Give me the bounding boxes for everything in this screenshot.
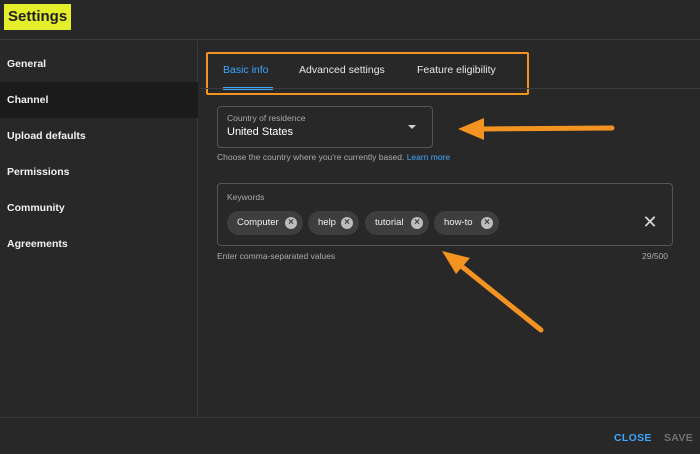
learn-more-link[interactable]: Learn more xyxy=(407,152,450,162)
settings-header: Settings xyxy=(0,0,700,40)
keyword-chip: how-to × xyxy=(434,211,499,235)
keyword-chip-label: Computer xyxy=(237,217,279,228)
sidebar-item-general[interactable]: General xyxy=(0,46,198,82)
remove-chip-icon[interactable]: × xyxy=(285,217,297,229)
sidebar-item-agreements[interactable]: Agreements xyxy=(0,226,198,262)
country-select[interactable]: Country of residence United States xyxy=(217,106,433,148)
keyword-chip: help × xyxy=(308,211,359,235)
country-value: United States xyxy=(227,126,294,138)
keyword-chip-label: help xyxy=(318,217,336,228)
sidebar-item-permissions[interactable]: Permissions xyxy=(0,154,198,190)
keyword-chip: Computer × xyxy=(227,211,303,235)
sidebar-item-community[interactable]: Community xyxy=(0,190,198,226)
keywords-field[interactable]: Keywords Computer × help × tutorial × ho… xyxy=(217,183,673,246)
country-helper-text: Choose the country where you're currentl… xyxy=(217,152,405,162)
keywords-count: 29/500 xyxy=(642,251,668,261)
keywords-label: Keywords xyxy=(227,192,265,202)
keyword-chip: tutorial × xyxy=(365,211,429,235)
keyword-chip-label: tutorial xyxy=(375,217,404,228)
caret-down-icon xyxy=(408,125,416,129)
remove-chip-icon[interactable]: × xyxy=(411,217,423,229)
close-icon[interactable]: ✕ xyxy=(641,211,659,233)
sidebar-item-channel[interactable]: Channel xyxy=(0,82,198,118)
annotation-arrow-country xyxy=(458,118,615,140)
dialog-footer: CLOSE SAVE xyxy=(0,417,700,454)
remove-chip-icon[interactable]: × xyxy=(341,217,353,229)
country-helper: Choose the country where you're currentl… xyxy=(217,152,450,162)
tabs-divider xyxy=(199,88,700,89)
sidebar-item-upload-defaults[interactable]: Upload defaults xyxy=(0,118,198,154)
save-button[interactable]: SAVE xyxy=(664,432,693,444)
remove-chip-icon[interactable]: × xyxy=(481,217,493,229)
keyword-chip-label: how-to xyxy=(444,217,473,228)
country-label: Country of residence xyxy=(227,113,306,123)
page-title: Settings xyxy=(4,4,72,30)
keywords-helper: Enter comma-separated values xyxy=(217,251,336,261)
close-button[interactable]: CLOSE xyxy=(614,432,652,444)
annotation-arrow-keywords xyxy=(442,251,544,333)
settings-sidebar: General Channel Upload defaults Permissi… xyxy=(0,41,198,417)
